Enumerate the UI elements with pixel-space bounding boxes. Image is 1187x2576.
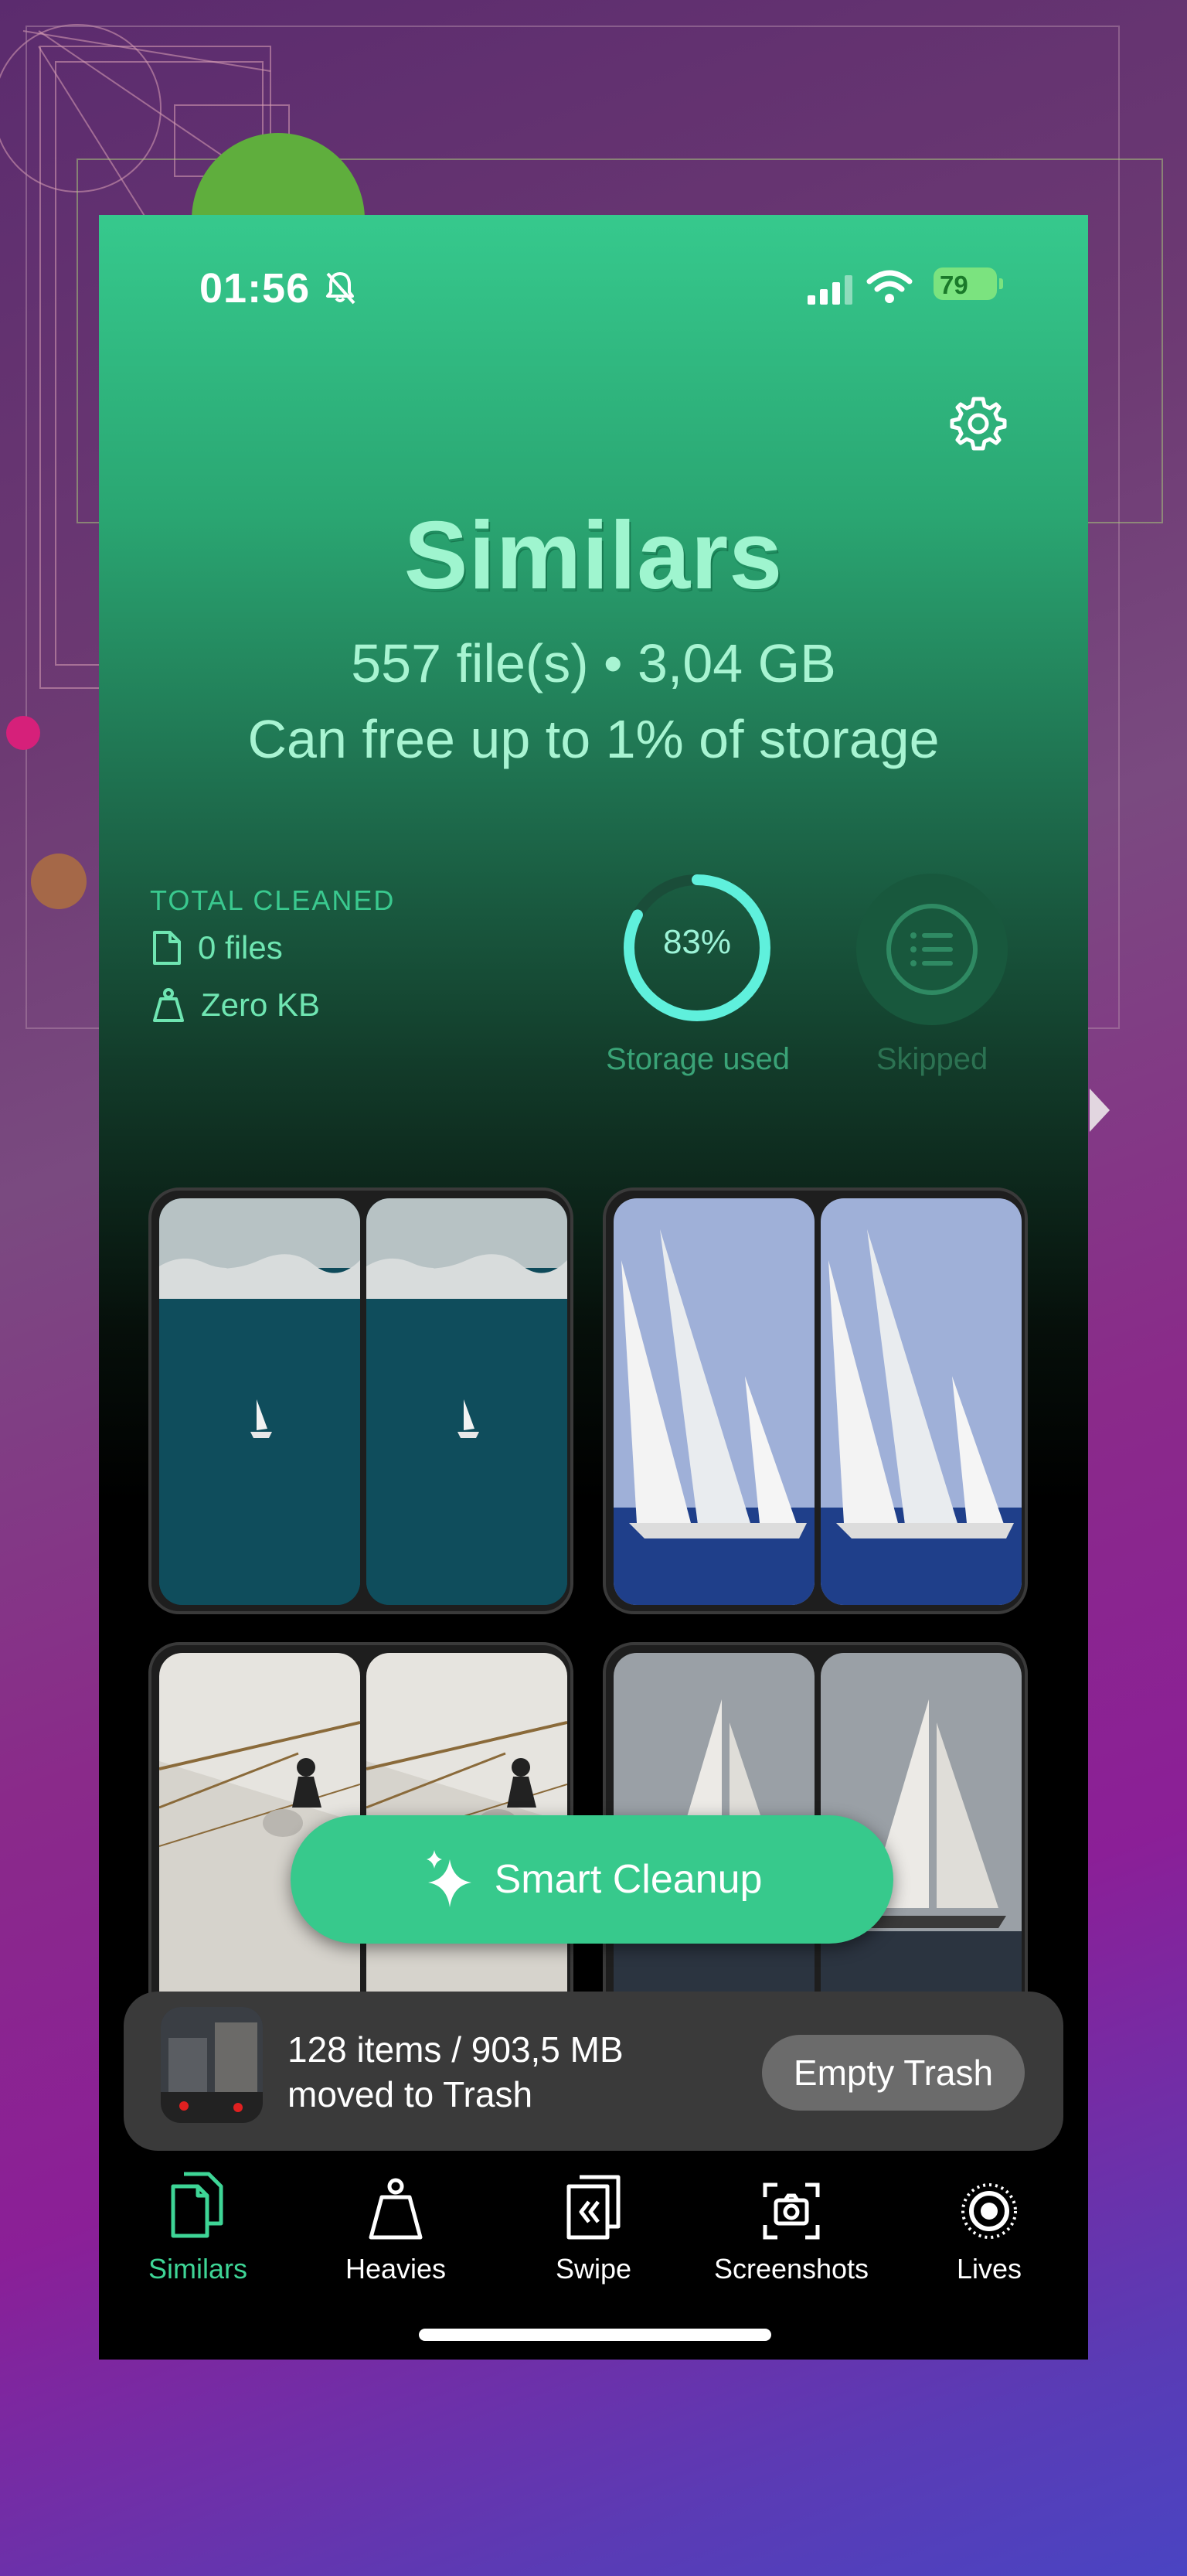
skipped-label: Skipped: [876, 1042, 988, 1076]
empty-trash-button[interactable]: Empty Trash: [762, 2035, 1025, 2111]
skipped-button[interactable]: [856, 874, 1008, 1025]
smart-cleanup-button[interactable]: Smart Cleanup: [291, 1815, 893, 1944]
tab-label: Screenshots: [713, 2253, 869, 2285]
photo-thumbnail: [614, 1198, 815, 1605]
sparkles-icon: [426, 1850, 471, 1907]
trash-banner: 128 items / 903,5 MB moved to Trash Empt…: [124, 1992, 1063, 2151]
page-title: Similars: [403, 503, 784, 609]
tab-lives[interactable]: Lives: [890, 2160, 1088, 2285]
tab-label: Lives: [956, 2253, 1022, 2285]
similar-group-card[interactable]: [148, 1187, 573, 1614]
trash-thumbnail: [161, 2007, 263, 2123]
storage-used-label: Storage used: [606, 1042, 790, 1076]
status-bar: 01:56 79: [99, 215, 1088, 362]
photo-thumbnail: [159, 1198, 360, 1605]
battery-level: 79: [940, 271, 968, 299]
cleaned-files-row: 0 files: [151, 929, 283, 966]
total-cleaned-label: TOTAL CLEANED: [150, 884, 396, 916]
file-icon: [153, 931, 181, 965]
tab-heavies[interactable]: Heavies: [297, 2160, 495, 2285]
smart-cleanup-label: Smart Cleanup: [494, 1857, 763, 1902]
cleaned-files: 0 files: [198, 929, 283, 966]
screenshot-icon: [763, 2182, 820, 2240]
tab-similars[interactable]: Similars: [99, 2160, 297, 2285]
list-icon: [886, 904, 978, 995]
weight-icon: [153, 988, 184, 1022]
gear-icon[interactable]: [947, 393, 1009, 458]
battery-icon: 79: [934, 267, 1003, 300]
trash-count: 128 items / 903,5 MB: [287, 2029, 624, 2070]
status-time: 01:56: [199, 265, 311, 312]
wifi-icon: [866, 269, 913, 308]
similars-icon: [171, 2172, 223, 2238]
storage-ring: 83%: [620, 871, 774, 1025]
weight-icon: [369, 2178, 423, 2240]
trash-status: moved to Trash: [287, 2074, 533, 2114]
tab-screenshots[interactable]: Screenshots: [692, 2160, 890, 2285]
tab-swipe[interactable]: Swipe: [495, 2160, 692, 2285]
swipe-icon: [566, 2175, 621, 2240]
tab-label: Heavies: [345, 2253, 447, 2285]
tab-label: Similars: [148, 2253, 247, 2285]
free-summary: Can free up to 1% of storage: [247, 709, 940, 769]
file-summary: 557 file(s) • 3,04 GB: [351, 633, 836, 693]
similar-group-card[interactable]: [603, 1187, 1028, 1614]
tab-label: Swipe: [555, 2253, 632, 2285]
photo-thumbnail: [821, 1198, 1022, 1605]
cellular-signal-icon: [808, 275, 855, 308]
cleaned-size: Zero KB: [201, 986, 321, 1023]
trash-summary: 128 items / 903,5 MB moved to Trash: [287, 2027, 624, 2117]
silent-bell-icon: [321, 269, 359, 310]
cleaned-size-row: Zero KB: [151, 986, 320, 1024]
tab-bar: Similars Heavies Swipe Screenshots Lives: [99, 2160, 1088, 2299]
phone-screen: 01:56 79 Similars 557 file(s) • 3,04 GB …: [99, 215, 1088, 2360]
storage-percent: 83%: [662, 923, 732, 961]
home-indicator[interactable]: [419, 2329, 771, 2341]
photo-thumbnail: [366, 1198, 567, 1605]
live-photo-icon: [961, 2183, 1017, 2239]
